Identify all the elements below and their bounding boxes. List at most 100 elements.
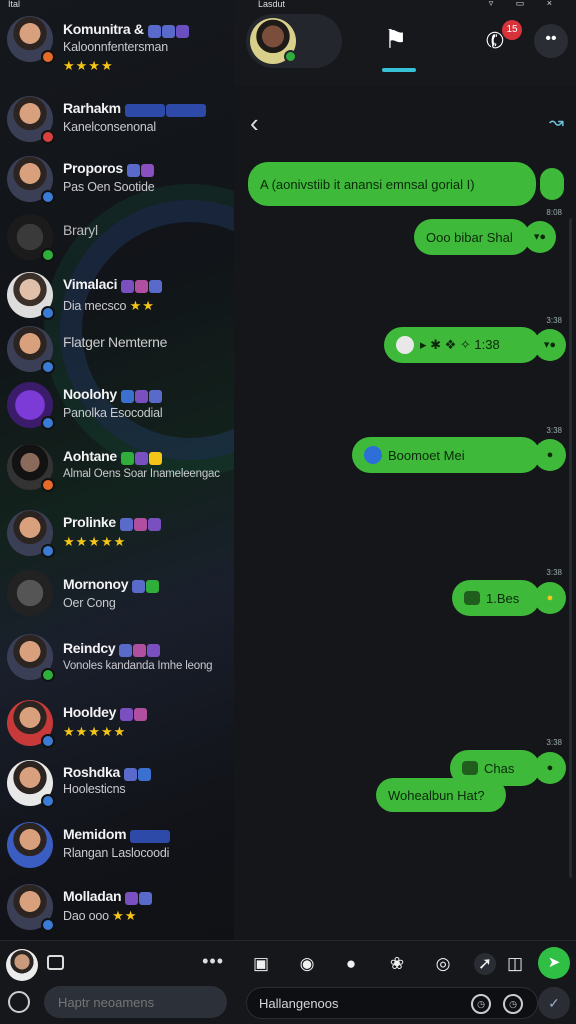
more-icon[interactable]: •••: [202, 951, 224, 972]
status-badge: [41, 544, 55, 558]
message-text: Boomoet Mei: [388, 447, 465, 463]
contact-item[interactable]: Reindcy Vonoles kandanda Imhe leong: [0, 630, 234, 688]
message-bubble[interactable]: 1.Bes ●: [452, 580, 566, 616]
status-badge: [41, 734, 55, 748]
contact-subtitle: Kaloonnfentersman: [63, 40, 169, 54]
globe-icon: [364, 446, 382, 464]
rating-stars: ★★: [112, 908, 138, 923]
active-tab-indicator: [382, 68, 416, 72]
mic-icon[interactable]: ✓: [538, 987, 570, 1019]
attachment-icon[interactable]: ▣: [250, 953, 272, 975]
message-time: 3:38: [546, 426, 562, 435]
avatar: [7, 272, 55, 320]
gif-icon[interactable]: ◎: [432, 953, 454, 975]
chat-panel: ⚑ ✆ 15 •• ‹ ↝ A (aonivstiib it anansi em…: [234, 0, 576, 1024]
contact-item[interactable]: Rarhakm Kanelconsenonal: [0, 92, 234, 150]
contact-item[interactable]: Proporos Pas Oen Sootide: [0, 152, 234, 210]
message-text: Ooo bibar Shal: [426, 229, 513, 245]
compose-icon[interactable]: [47, 955, 64, 970]
avatar: [7, 700, 55, 748]
scrollbar[interactable]: [569, 218, 572, 878]
back-icon[interactable]: ‹: [250, 108, 259, 139]
contact-name: Braryl: [63, 222, 98, 238]
message-bubble[interactable]: Boomoet Mei ●: [352, 437, 566, 473]
contact-name: Memidom: [63, 826, 127, 842]
status-left: Ital: [8, 0, 21, 9]
message-status-icon: ●: [534, 439, 566, 471]
search-input[interactable]: [44, 986, 227, 1018]
contact-subtitle: Almal Oens Soar Inameleengac: [63, 468, 220, 480]
message-bubble[interactable]: ▸ ✱ ❖ ✧ 1:38 ▾●: [384, 327, 566, 363]
avatar: [7, 634, 55, 682]
contact-name: Proporos: [63, 160, 123, 176]
status-badge: [41, 918, 55, 932]
status-badge: [41, 668, 55, 682]
call-badge: 15: [502, 20, 522, 40]
status-icons: ▿ ▭ ×: [488, 0, 562, 8]
contact-item[interactable]: Braryl: [0, 210, 234, 268]
message-bubble[interactable]: A (aonivstiib it anansi emnsal gorial I): [248, 162, 564, 206]
message-status-icon: ▾●: [524, 221, 556, 253]
contact-name: Hooldey: [63, 704, 117, 720]
chat-contact-pill[interactable]: [246, 14, 342, 68]
message-time: 3:38: [546, 738, 562, 747]
contact-item[interactable]: Hooldey ★★★★★: [0, 696, 234, 754]
message-bubble[interactable]: Wohealbun Hat?: [376, 778, 506, 812]
emoji-icon: [396, 336, 414, 354]
message-time: 8:08: [546, 208, 562, 217]
camera-icon[interactable]: ◉: [296, 953, 318, 975]
status-badge: [41, 50, 55, 64]
clock-icon[interactable]: ◷: [471, 994, 491, 1014]
contact-subtitle: Panolka Esocodial: [63, 406, 163, 420]
message-time: 3:38: [546, 316, 562, 325]
media-icon: [462, 761, 478, 775]
avatar: [7, 822, 53, 868]
avatar: [7, 96, 55, 144]
message-tail: [540, 168, 564, 200]
composer-bar: ▣ ◉ ● ❀ ◎ ➚ ◫ ➤ Hallangenoos ◷ ◷ ✓: [234, 940, 576, 1024]
contact-item[interactable]: Prolinke ★★★★★: [0, 506, 234, 564]
contact-item[interactable]: Komunitra & Kaloonnfentersman ★★★★: [0, 12, 234, 73]
contact-item[interactable]: Vimalaci Dia mecsco ★★: [0, 268, 234, 326]
chat-bubble-icon[interactable]: ●: [340, 953, 362, 975]
my-avatar[interactable]: [6, 949, 38, 981]
contact-subtitle: Dao ooo: [63, 909, 109, 923]
contact-item[interactable]: Flatger Nemterne: [0, 322, 234, 380]
contact-name: Aohtane: [63, 448, 117, 464]
avatar: [7, 382, 55, 430]
avatar: [7, 214, 55, 262]
contact-item[interactable]: Roshdka Hoolesticns: [0, 756, 234, 814]
contact-item[interactable]: Mornonoy Oer Cong: [0, 566, 234, 624]
contact-name: Flatger Nemterne: [63, 334, 168, 350]
message-input[interactable]: Hallangenoos ◷ ◷: [246, 987, 538, 1019]
avatar: [7, 510, 55, 558]
status-bar: Ital Lasdut ▿ ▭ ×: [0, 0, 576, 10]
rating-stars: ★★★★★: [63, 724, 127, 739]
status-badge: [41, 360, 55, 374]
contact-name: Prolinke: [63, 514, 116, 530]
home-icon[interactable]: [8, 991, 30, 1013]
contact-item[interactable]: Molladan Dao ooo ★★: [0, 880, 234, 938]
emoji-icon[interactable]: ◷: [503, 994, 523, 1014]
pin-icon[interactable]: ➚: [474, 953, 496, 975]
status-badge: [41, 190, 55, 204]
tag-icon[interactable]: ⚑: [384, 24, 407, 55]
media-icon: [464, 591, 480, 605]
message-bubble[interactable]: Ooo bibar Shal ▾●: [414, 219, 556, 255]
file-icon[interactable]: ◫: [504, 953, 526, 975]
contact-subtitle: Hoolesticns: [63, 782, 126, 796]
online-indicator: [284, 50, 297, 63]
contact-item[interactable]: Noolohy Panolka Esocodial: [0, 378, 234, 436]
avatar: [7, 570, 53, 616]
contact-item[interactable]: Memidom Rlangan Laslocoodi: [0, 818, 234, 876]
left-bottom-bar: •••: [0, 940, 234, 1024]
contact-subtitle: Vonoles kandanda Imhe leong: [63, 660, 213, 672]
sticker-icon[interactable]: ❀: [386, 953, 408, 975]
status-badge: [41, 416, 55, 430]
contact-item[interactable]: Aohtane Almal Oens Soar Inameleengac: [0, 440, 234, 498]
trend-icon[interactable]: ↝: [549, 112, 564, 133]
rating-stars: ★★★★★: [63, 534, 127, 549]
send-button[interactable]: ➤: [538, 947, 570, 979]
chat-header: ⚑ ✆ 15 ••: [234, 0, 576, 86]
more-icon[interactable]: ••: [534, 24, 568, 58]
